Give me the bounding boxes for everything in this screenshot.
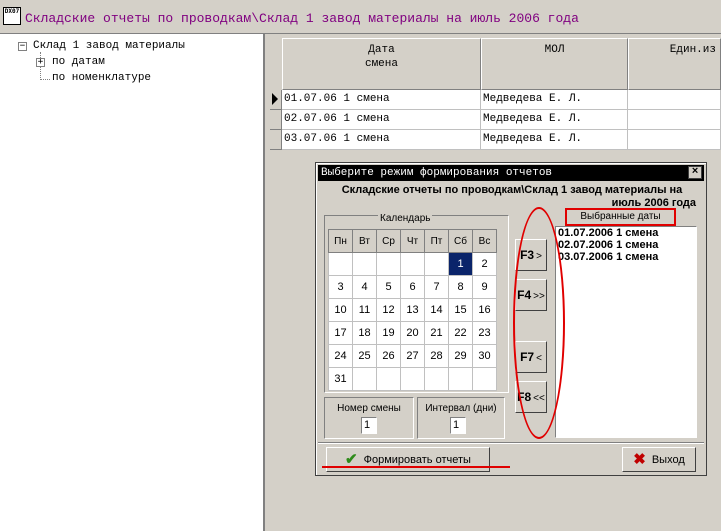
calendar-day[interactable]: 11: [352, 298, 377, 322]
calendar-day[interactable]: 27: [400, 344, 425, 368]
shift-number-input[interactable]: 1: [361, 417, 377, 434]
calendar-day[interactable]: 14: [424, 298, 449, 322]
calendar-day: [424, 367, 449, 391]
calendar-day[interactable]: 5: [376, 275, 401, 299]
calendar-day[interactable]: 9: [472, 275, 497, 299]
calendar-day[interactable]: 23: [472, 321, 497, 345]
table-row-date[interactable]: 01.07.06 1 смена: [282, 90, 481, 110]
calendar-day: [328, 252, 353, 276]
table-row-unit[interactable]: [628, 90, 721, 110]
table-row-mol[interactable]: Медведева Е. Л.: [481, 130, 628, 150]
calendar-day[interactable]: 13: [400, 298, 425, 322]
app-icon: DX07: [3, 7, 21, 25]
column-header-date[interactable]: Дата смена: [282, 38, 481, 90]
calendar-label: Календарь: [378, 213, 433, 224]
window-title: Складские отчеты по проводкам\Склад 1 за…: [25, 11, 579, 26]
selected-dates-list[interactable]: 01.07.2006 1 смена 02.07.2006 1 смена 03…: [555, 226, 697, 438]
calendar-day[interactable]: 1: [448, 252, 473, 276]
interval-days-group: Интервал (дни) 1: [417, 397, 505, 439]
row-indicator[interactable]: [270, 130, 282, 150]
calendar-day[interactable]: 7: [424, 275, 449, 299]
table-row-mol[interactable]: Медведева Е. Л.: [481, 90, 628, 110]
calendar-day: [424, 252, 449, 276]
expand-icon[interactable]: +: [36, 58, 45, 67]
calendar-day[interactable]: 25: [352, 344, 377, 368]
tree-item-by-nomenclature[interactable]: по номенклатуре: [52, 72, 151, 84]
calendar-day: [376, 367, 401, 391]
calendar-day: [400, 252, 425, 276]
weekday-header: Ср: [376, 229, 401, 253]
calendar-day[interactable]: 28: [424, 344, 449, 368]
weekday-header: Пт: [424, 229, 449, 253]
list-item[interactable]: 02.07.2006 1 смена: [556, 239, 696, 251]
window-titlebar: DX07 Складские отчеты по проводкам\Склад…: [0, 0, 721, 34]
exit-button[interactable]: ✖ Выход: [622, 447, 696, 472]
calendar-day[interactable]: 29: [448, 344, 473, 368]
list-item[interactable]: 01.07.2006 1 смена: [556, 227, 696, 239]
annotation-underline: [322, 466, 510, 468]
tree-item-root[interactable]: Склад 1 завод материалы: [33, 40, 185, 52]
calendar-day[interactable]: 10: [328, 298, 353, 322]
tree-connector: [41, 79, 50, 80]
table-row-date[interactable]: 02.07.06 1 смена: [282, 110, 481, 130]
annotation-ellipse: [513, 207, 565, 439]
collapse-icon[interactable]: −: [18, 42, 27, 51]
calendar-day[interactable]: 24: [328, 344, 353, 368]
calendar-day[interactable]: 4: [352, 275, 377, 299]
close-icon[interactable]: ×: [688, 166, 702, 179]
weekday-header: Сб: [448, 229, 473, 253]
calendar-day[interactable]: 12: [376, 298, 401, 322]
calendar-day: [376, 252, 401, 276]
row-indicator[interactable]: [270, 110, 282, 130]
dialog-heading: Складские отчеты по проводкам\Склад 1 за…: [341, 184, 696, 209]
report-mode-dialog: Выберите режим формирования отчетов × Ск…: [315, 162, 707, 476]
calendar-day[interactable]: 6: [400, 275, 425, 299]
table-row-unit[interactable]: [628, 130, 721, 150]
tree-pane: − Склад 1 завод материалы + по датам по …: [0, 34, 265, 531]
calendar-day[interactable]: 20: [400, 321, 425, 345]
calendar-day[interactable]: 16: [472, 298, 497, 322]
table-row-date[interactable]: 03.07.06 1 смена: [282, 130, 481, 150]
generate-reports-button[interactable]: ✔ Формировать отчеты: [326, 447, 490, 472]
weekday-header: Чт: [400, 229, 425, 253]
shift-number-group: Номер смены 1: [324, 397, 414, 439]
calendar-day[interactable]: 15: [448, 298, 473, 322]
calendar-day[interactable]: 22: [448, 321, 473, 345]
weekday-header: Вт: [352, 229, 377, 253]
calendar-day[interactable]: 18: [352, 321, 377, 345]
calendar-day[interactable]: 8: [448, 275, 473, 299]
row-indicator-icon[interactable]: [270, 90, 282, 110]
weekday-header: Пн: [328, 229, 353, 253]
dialog-titlebar: Выберите режим формирования отчетов ×: [318, 165, 704, 181]
interval-days-input[interactable]: 1: [450, 417, 466, 434]
calendar-day: [352, 252, 377, 276]
divider: [318, 442, 704, 444]
calendar: Пн Вт Ср Чт Пт Сб Вс 1 2 3 4 5 6 7 8 9 10 11 12 13 14 15 16 17…: [328, 229, 497, 391]
list-item[interactable]: 03.07.2006 1 смена: [556, 251, 696, 263]
calendar-day: [352, 367, 377, 391]
selected-dates-title: Выбранные даты: [565, 208, 676, 226]
calendar-day[interactable]: 2: [472, 252, 497, 276]
calendar-day[interactable]: 3: [328, 275, 353, 299]
dialog-title: Выберите режим формирования отчетов: [321, 167, 553, 179]
calendar-day: [400, 367, 425, 391]
calendar-day[interactable]: 19: [376, 321, 401, 345]
calendar-day[interactable]: 31: [328, 367, 353, 391]
calendar-day[interactable]: 26: [376, 344, 401, 368]
table-row-mol[interactable]: Медведева Е. Л.: [481, 110, 628, 130]
weekday-header: Вс: [472, 229, 497, 253]
calendar-day[interactable]: 17: [328, 321, 353, 345]
calendar-day: [472, 367, 497, 391]
column-header-mol[interactable]: МОЛ: [481, 38, 628, 90]
tree-item-by-dates[interactable]: по датам: [52, 56, 105, 68]
interval-days-label: Интервал (дни): [425, 403, 497, 414]
table-row-unit[interactable]: [628, 110, 721, 130]
cross-icon: ✖: [633, 451, 646, 468]
calendar-day[interactable]: 30: [472, 344, 497, 368]
shift-number-label: Номер смены: [337, 403, 401, 414]
column-header-unit[interactable]: Един.из: [628, 38, 721, 90]
calendar-day: [448, 367, 473, 391]
calendar-day[interactable]: 21: [424, 321, 449, 345]
